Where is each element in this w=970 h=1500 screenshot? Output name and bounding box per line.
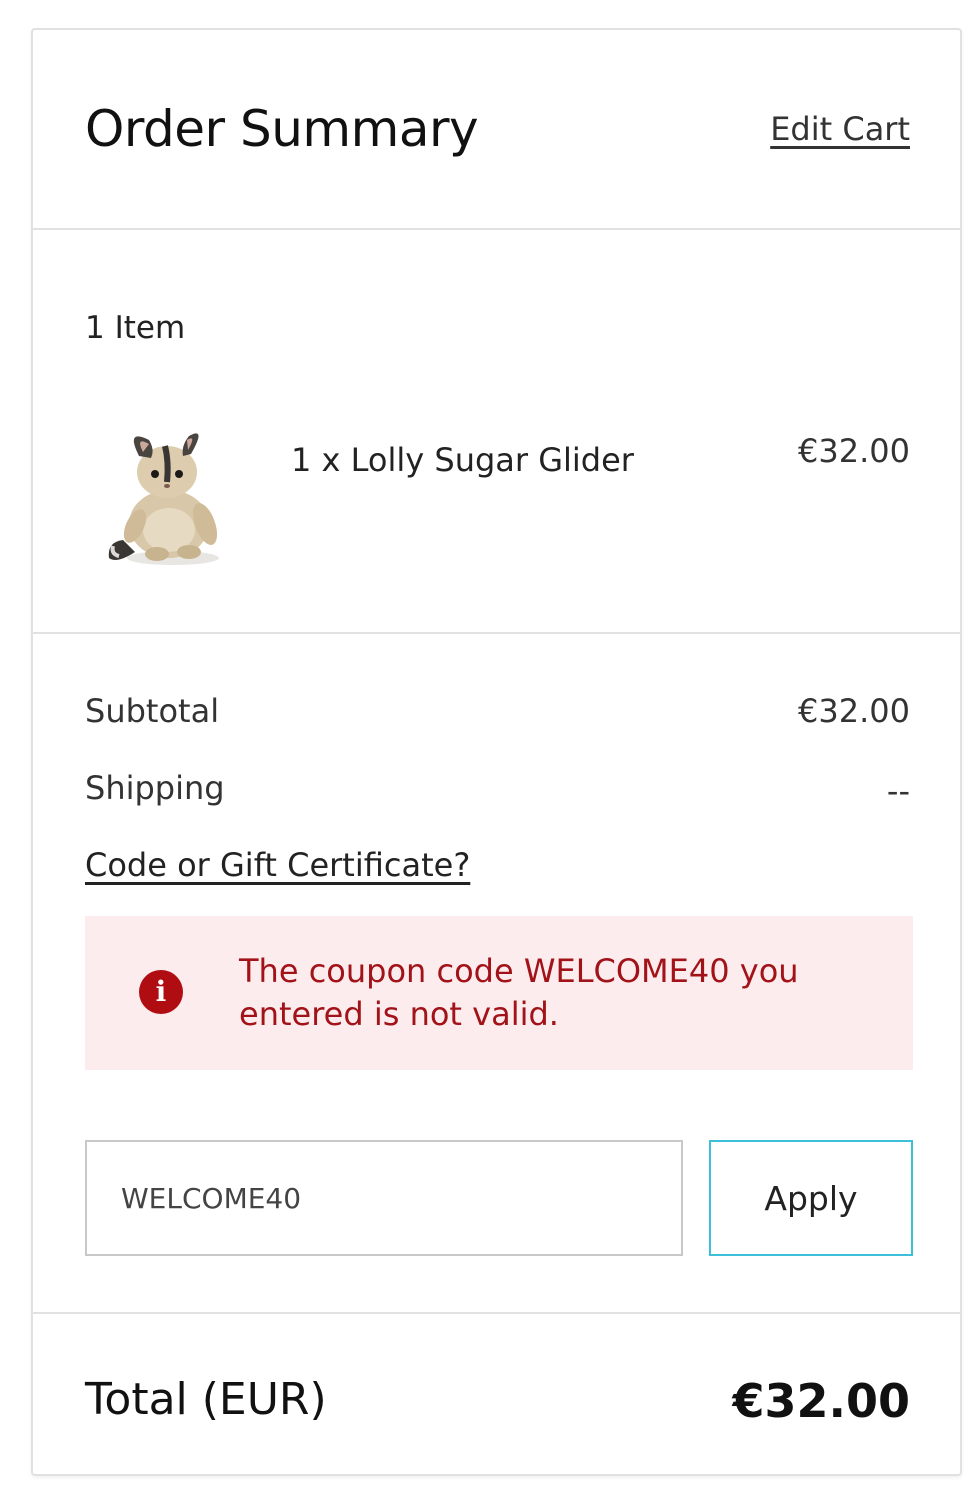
edit-cart-link[interactable]: Edit Cart — [770, 110, 910, 148]
order-summary-card: Order Summary Edit Cart 1 Item 1 x Lolly… — [31, 28, 962, 1476]
page-title: Order Summary — [85, 100, 479, 158]
divider — [33, 1312, 960, 1314]
item-count: 1 Item — [85, 310, 186, 346]
coupon-error-alert: i The coupon code WELCOME40 you entered … — [85, 916, 913, 1070]
coupon-code-input[interactable] — [85, 1140, 683, 1256]
shipping-value: -- — [886, 772, 910, 810]
shipping-label: Shipping — [85, 769, 225, 807]
coupon-toggle-link[interactable]: Code or Gift Certificate? — [85, 846, 470, 884]
total-label: Total (EUR) — [85, 1374, 327, 1425]
divider — [33, 632, 960, 634]
coupon-error-message: The coupon code WELCOME40 you entered is… — [239, 952, 799, 1033]
apply-coupon-button[interactable]: Apply — [709, 1140, 913, 1256]
subtotal-value: €32.00 — [798, 692, 910, 730]
product-name: 1 x Lolly Sugar Glider — [291, 441, 634, 479]
subtotal-label: Subtotal — [85, 692, 220, 730]
info-circle-icon: i — [139, 970, 183, 1014]
product-thumbnail — [108, 433, 219, 565]
product-price: €32.00 — [798, 432, 910, 470]
total-value: €32.00 — [732, 1374, 910, 1428]
divider — [33, 228, 960, 230]
